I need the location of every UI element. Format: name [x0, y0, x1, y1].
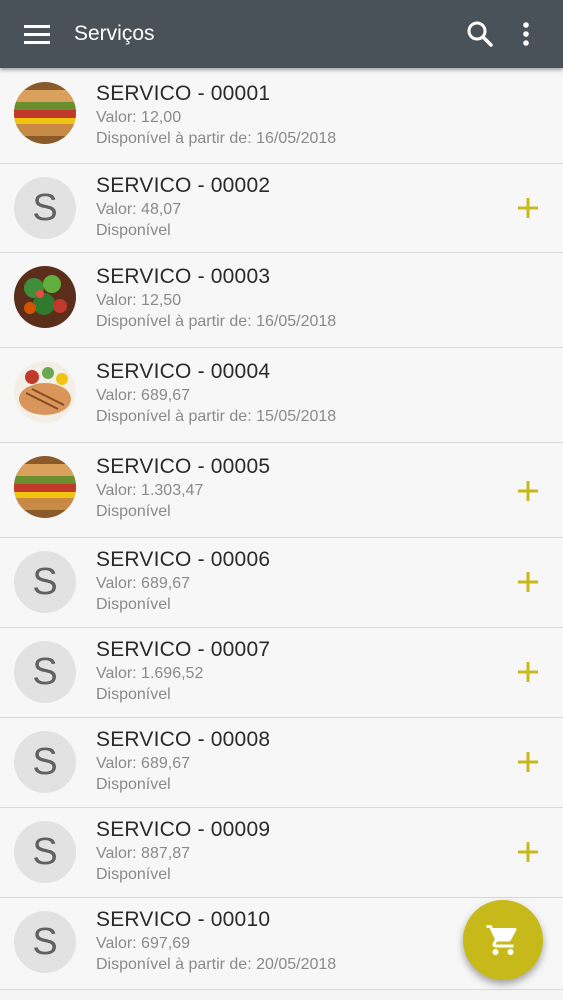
service-availability: Disponível à partir de: 16/05/2018	[96, 313, 337, 330]
service-value: Valor: 1.696,52	[96, 665, 204, 682]
burger-image	[14, 456, 76, 518]
service-name: SERVICO - 00005	[96, 455, 271, 478]
service-name: SERVICO - 00001	[96, 82, 271, 105]
shopping-cart-icon	[486, 925, 517, 955]
service-value: Valor: 12,00	[96, 109, 182, 126]
add-icon[interactable]	[512, 746, 544, 778]
search-icon[interactable]	[462, 16, 498, 52]
service-name: SERVICO - 00006	[96, 548, 271, 571]
service-name: SERVICO - 00010	[96, 908, 271, 931]
avatar: S	[14, 911, 76, 973]
service-value: Valor: 689,67	[96, 387, 190, 404]
add-icon[interactable]	[512, 566, 544, 598]
add-icon[interactable]	[512, 836, 544, 868]
add-icon[interactable]	[512, 656, 544, 688]
service-value: Valor: 12,50	[96, 292, 182, 309]
service-availability: Disponível	[96, 866, 171, 883]
avatar: S	[14, 177, 76, 239]
list-item[interactable]: S SERVICO - 00007 Valor: 1.696,52 Dispon…	[0, 628, 563, 718]
avatar: S	[14, 731, 76, 793]
service-value: Valor: 689,67	[96, 575, 190, 592]
list-item[interactable]: S SERVICO - 00009 Valor: 887,87 Disponív…	[0, 808, 563, 898]
service-value: Valor: 887,87	[96, 845, 190, 862]
burger-image	[14, 82, 76, 144]
list-item[interactable]: SERVICO - 00005 Valor: 1.303,47 Disponív…	[0, 443, 563, 538]
grilled-meat-image	[14, 361, 76, 423]
app-bar: Serviços	[0, 0, 563, 68]
add-icon[interactable]	[512, 192, 544, 224]
cart-button[interactable]	[463, 900, 543, 980]
service-value: Valor: 697,69	[96, 935, 190, 952]
service-availability: Disponível à partir de: 20/05/2018	[96, 956, 337, 973]
menu-icon[interactable]	[18, 16, 54, 52]
service-availability: Disponível	[96, 503, 171, 520]
service-availability: Disponível à partir de: 16/05/2018	[96, 130, 337, 147]
avatar: S	[14, 551, 76, 613]
service-availability: Disponível	[96, 686, 171, 703]
service-availability: Disponível	[96, 222, 171, 239]
list-item[interactable]: S SERVICO - 00006 Valor: 689,67 Disponív…	[0, 538, 563, 628]
page-title: Serviços	[74, 22, 155, 45]
add-icon[interactable]	[512, 475, 544, 507]
avatar: S	[14, 821, 76, 883]
service-value: Valor: 689,67	[96, 755, 190, 772]
service-name: SERVICO - 00004	[96, 360, 271, 383]
service-name: SERVICO - 00002	[96, 174, 271, 197]
list-item[interactable]: SERVICO - 00001 Valor: 12,00 Disponível …	[0, 70, 563, 164]
service-name: SERVICO - 00003	[96, 265, 271, 288]
more-vert-icon[interactable]	[508, 16, 544, 52]
list-item[interactable]: S SERVICO - 00002 Valor: 48,07 Disponíve…	[0, 164, 563, 253]
salad-image	[14, 266, 76, 328]
service-availability: Disponível à partir de: 15/05/2018	[96, 408, 337, 425]
service-value: Valor: 1.303,47	[96, 482, 204, 499]
service-availability: Disponível	[96, 596, 171, 613]
service-value: Valor: 48,07	[96, 201, 182, 218]
service-name: SERVICO - 00009	[96, 818, 271, 841]
list-item[interactable]: S SERVICO - 00008 Valor: 689,67 Disponív…	[0, 718, 563, 808]
service-name: SERVICO - 00007	[96, 638, 271, 661]
service-availability: Disponível	[96, 776, 171, 793]
service-name: SERVICO - 00008	[96, 728, 271, 751]
list-item[interactable]: SERVICO - 00004 Valor: 689,67 Disponível…	[0, 348, 563, 443]
list-item[interactable]: SERVICO - 00003 Valor: 12,50 Disponível …	[0, 253, 563, 348]
avatar: S	[14, 641, 76, 703]
